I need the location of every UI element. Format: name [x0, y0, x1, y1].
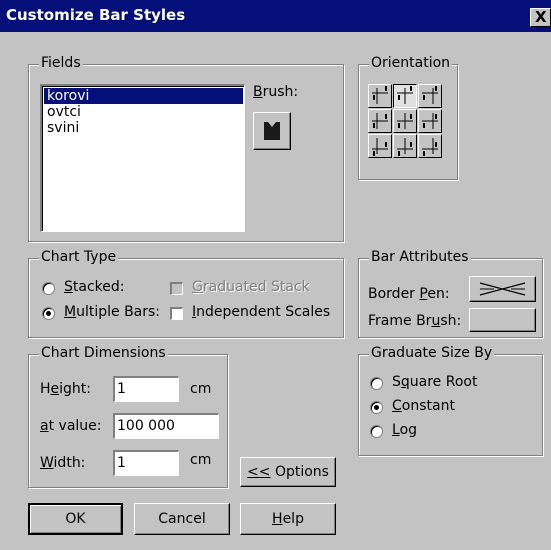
log-radio[interactable]: [370, 425, 383, 438]
frame-brush-button[interactable]: [469, 308, 536, 332]
list-item-korovi[interactable]: korovi: [44, 88, 243, 104]
at-value-input[interactable]: 100 000: [113, 413, 219, 439]
fields-group-label: Fields: [39, 55, 83, 71]
orient-top-right-icon: [422, 86, 438, 104]
constant-label: Constant: [392, 398, 455, 414]
orientation-button-4[interactable]: [368, 109, 392, 133]
orientation-button-1[interactable]: [368, 84, 392, 108]
independent-scales-checkbox[interactable]: [170, 307, 183, 320]
at-value-label: at value:: [40, 418, 102, 434]
brush-label: Brush:: [253, 84, 299, 100]
orientation-button-7[interactable]: [368, 134, 392, 158]
orientation-button-3[interactable]: [418, 84, 442, 108]
border-pen-button[interactable]: [469, 276, 536, 302]
height-label: Height:: [40, 381, 92, 397]
frame-brush-label: Frame Brush:: [368, 313, 462, 329]
orient-bottom-right-icon: [422, 138, 438, 156]
orientation-group-label: Orientation: [369, 55, 453, 71]
orient-middle-center-icon: [397, 113, 413, 129]
chart-dimensions-group-label: Chart Dimensions: [39, 345, 168, 361]
chart-type-group: Chart Type: [28, 249, 344, 338]
fields-listbox[interactable]: korovi ovtci svini: [40, 84, 245, 232]
square-root-label: Square Root: [392, 374, 478, 390]
height-input[interactable]: 1: [113, 376, 179, 402]
square-root-radio[interactable]: [370, 377, 383, 390]
orient-middle-right-icon: [422, 113, 438, 129]
border-pen-label: Border Pen:: [368, 286, 450, 302]
ok-button[interactable]: OK: [28, 503, 123, 535]
orient-bottom-left-icon: [372, 138, 388, 156]
options-button[interactable]: << Options: [240, 457, 336, 487]
brush-swatch-icon: [264, 122, 280, 140]
constant-radio[interactable]: [370, 401, 383, 414]
cancel-button[interactable]: Cancel: [134, 503, 230, 535]
orientation-button-5[interactable]: [393, 109, 417, 133]
orientation-button-8[interactable]: [393, 134, 417, 158]
width-label: Width:: [40, 455, 86, 471]
close-icon: X: [535, 8, 547, 26]
stacked-label: Stacked:: [64, 279, 125, 295]
orient-middle-left-icon: [372, 113, 388, 129]
graduated-stack-checkbox[interactable]: [170, 282, 183, 295]
help-button[interactable]: Help: [240, 503, 336, 535]
multiple-bars-radio[interactable]: [42, 307, 55, 320]
independent-scales-label: Independent Scales: [192, 304, 331, 320]
orientation-button-6[interactable]: [418, 109, 442, 133]
brush-button[interactable]: [253, 112, 291, 150]
orient-top-left-icon: [372, 86, 388, 104]
width-unit: cm: [190, 452, 212, 468]
orientation-button-9[interactable]: [418, 134, 442, 158]
pen-style-icon: [479, 282, 526, 296]
close-button[interactable]: X: [530, 8, 551, 27]
orient-top-center-icon: [397, 86, 413, 104]
height-unit: cm: [190, 381, 212, 397]
bar-attributes-group-label: Bar Attributes: [369, 249, 471, 265]
multiple-bars-label: Multiple Bars:: [64, 304, 161, 320]
list-item-ovtci[interactable]: ovtci: [44, 104, 243, 120]
chart-type-group-label: Chart Type: [39, 249, 119, 265]
customize-bar-styles-dialog: Customize Bar Styles X Fields korovi ovt…: [0, 0, 551, 550]
title-bar: Customize Bar Styles X: [0, 0, 551, 32]
width-input[interactable]: 1: [113, 450, 179, 476]
orient-bottom-center-icon: [397, 138, 413, 156]
graduated-stack-label: Graduated Stack: [192, 279, 310, 295]
log-label: Log: [392, 422, 418, 438]
window-title: Customize Bar Styles: [6, 6, 186, 24]
orientation-button-2[interactable]: [393, 84, 417, 108]
graduate-size-group-label: Graduate Size By: [369, 345, 495, 361]
list-item-svini[interactable]: svini: [44, 120, 243, 136]
stacked-radio[interactable]: [42, 282, 55, 295]
